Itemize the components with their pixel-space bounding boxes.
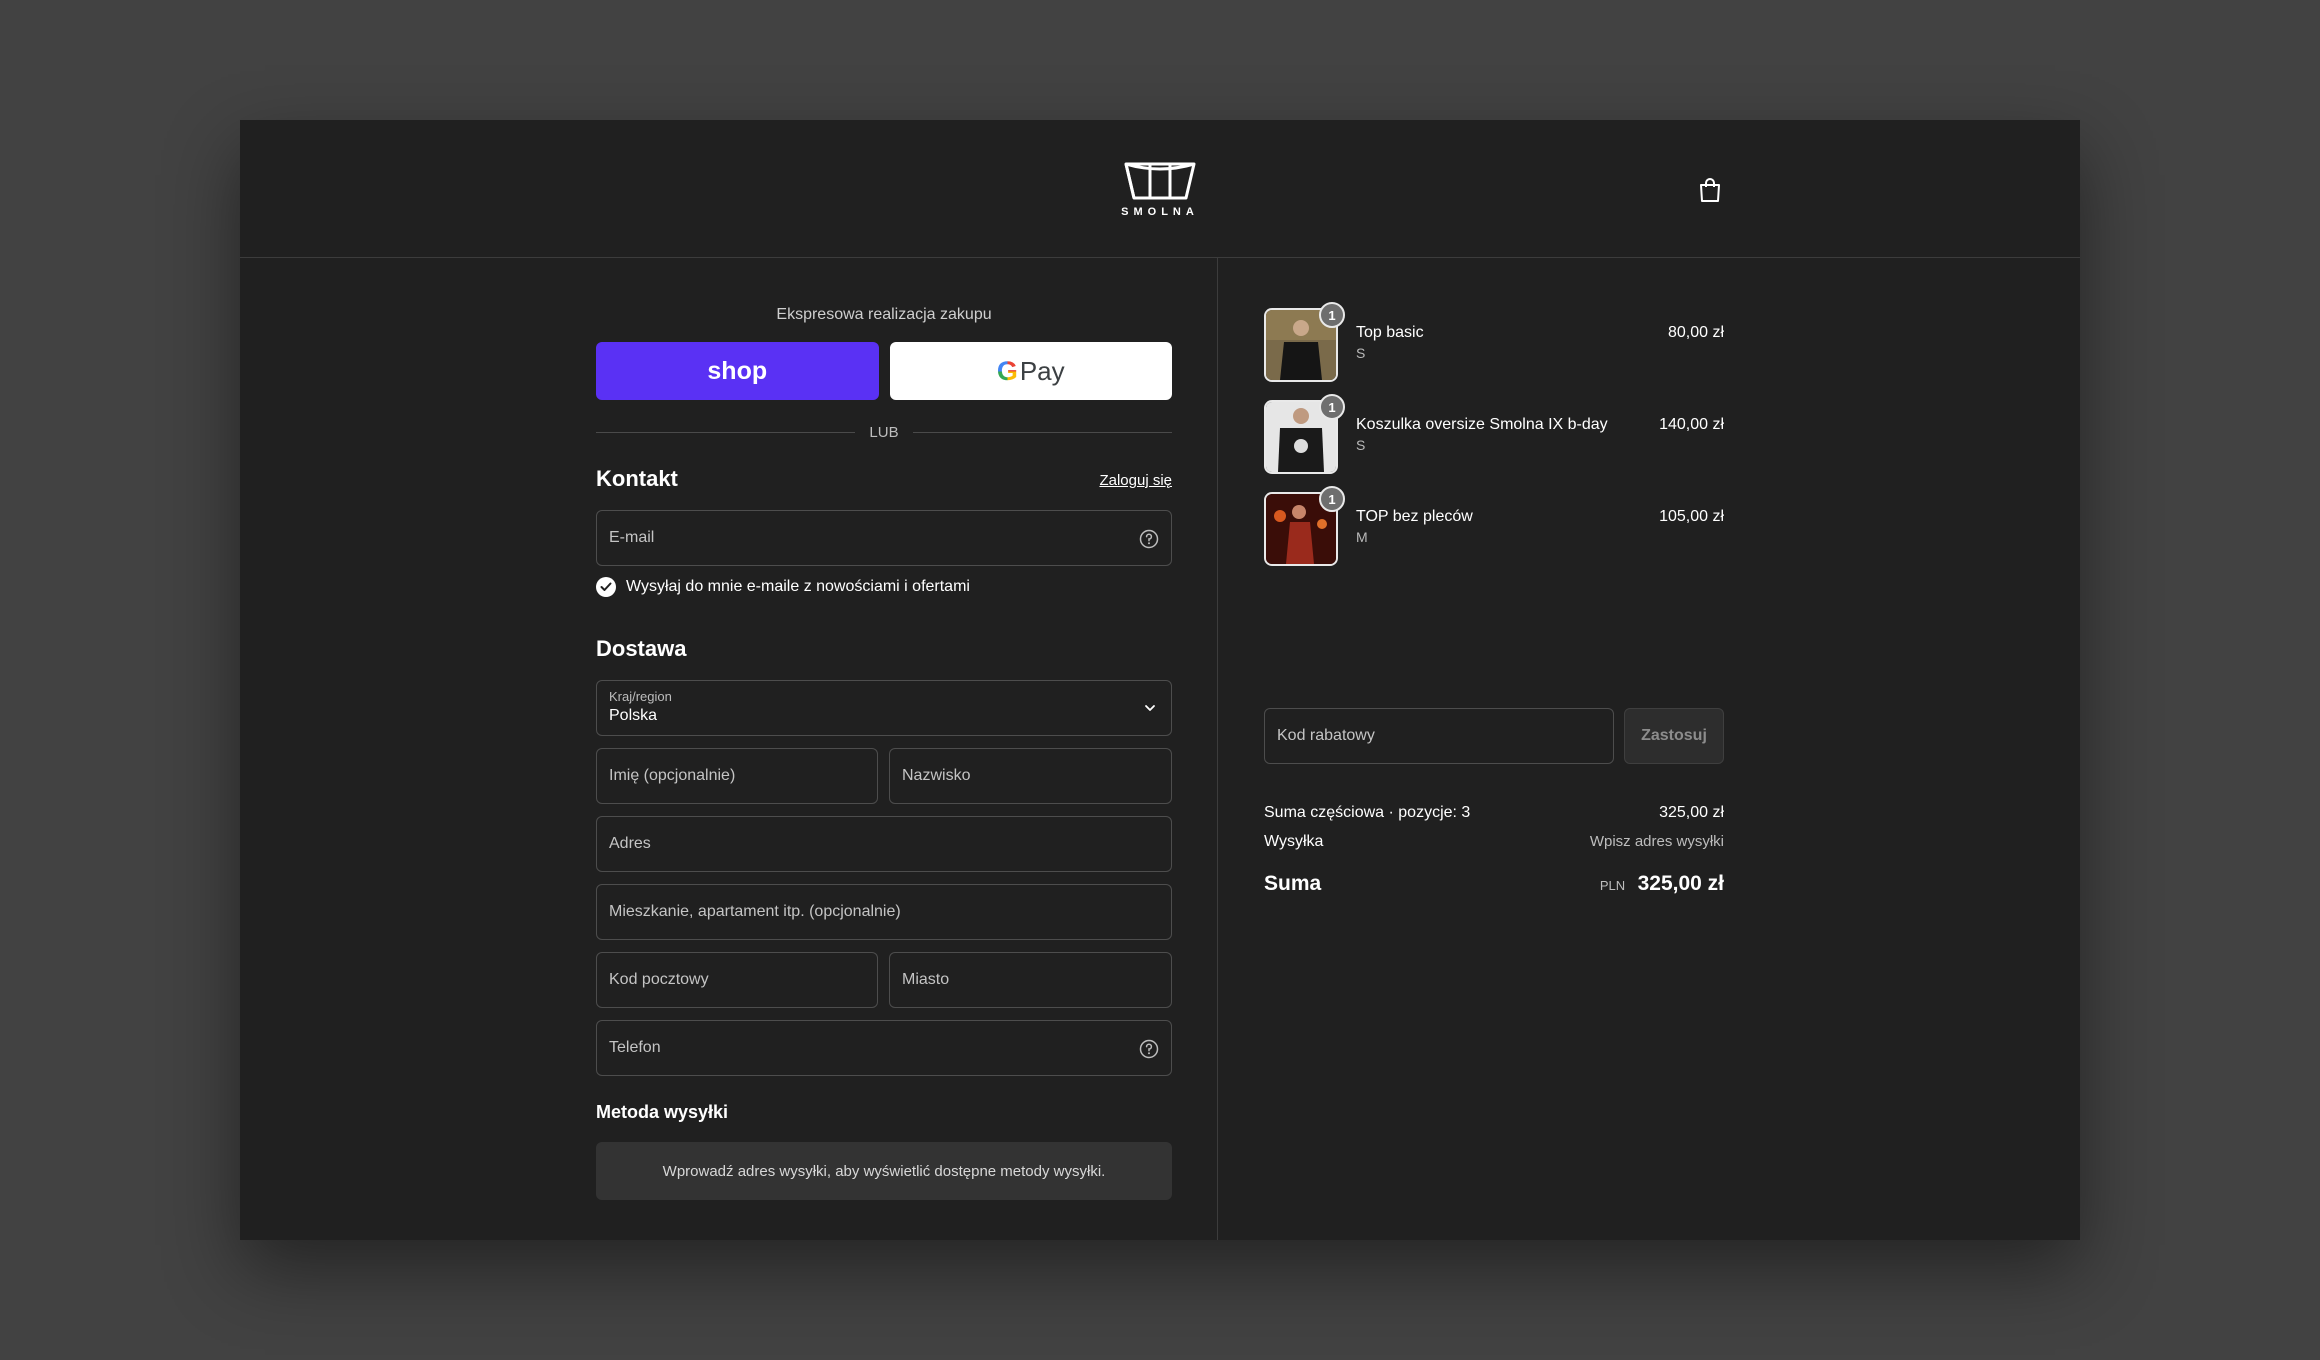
first-name-input[interactable] (597, 749, 877, 803)
item-variant: S (1356, 437, 1366, 453)
help-circle-icon[interactable] (1139, 529, 1159, 549)
shop-pay-label: shop (707, 356, 768, 385)
first-name-field[interactable] (596, 748, 878, 804)
apply-discount-button[interactable]: Zastosuj (1624, 708, 1724, 764)
item-variant: S (1356, 345, 1366, 361)
cart-item: 1 TOP bez pleców M 105,00 zł (1264, 486, 1724, 566)
quantity-badge: 1 (1319, 486, 1345, 512)
delivery-heading: Dostawa (596, 636, 687, 661)
newsletter-row: Wysyłaj do mnie e-maile z nowościami i o… (596, 577, 970, 597)
login-link[interactable]: Zaloguj się (1099, 472, 1172, 489)
quantity-badge: 1 (1319, 302, 1345, 328)
total-label: Suma (1264, 872, 1322, 895)
item-name: Top basic (1356, 324, 1424, 341)
subtotal-row: Suma częściowa · pozycje: 3 325,00 zł (1264, 804, 1724, 822)
country-select[interactable]: Kraj/region Polska (596, 680, 1172, 736)
address-field[interactable] (596, 816, 1172, 872)
item-price: 80,00 zł (1667, 324, 1724, 341)
shop-pay-button[interactable]: shop (596, 342, 879, 400)
item-price: 140,00 zł (1659, 416, 1724, 433)
shipping-method-heading: Metoda wysyłki (596, 1102, 729, 1122)
contact-heading: Kontakt (596, 466, 678, 491)
or-divider: LUB (596, 422, 1172, 442)
google-g-icon: G (996, 355, 1018, 386)
total-currency: PLN (1599, 878, 1626, 893)
column-divider (1217, 258, 1218, 1240)
discount-code-input[interactable] (1265, 709, 1613, 763)
chevron-down-icon (1145, 705, 1155, 711)
phone-input[interactable] (597, 1021, 1171, 1075)
quantity-badge: 1 (1319, 394, 1345, 420)
item-variant: M (1356, 529, 1368, 545)
shipping-value: Wpisz adres wysyłki (1589, 833, 1724, 850)
help-circle-icon[interactable] (1139, 1039, 1159, 1059)
shipping-label: Wysyłka (1264, 833, 1324, 850)
email-field[interactable] (596, 510, 1172, 566)
last-name-field[interactable] (889, 748, 1172, 804)
address-input[interactable] (597, 817, 1171, 871)
total-value: 325,00 zł (1637, 872, 1724, 895)
shipping-notice-text: Wprowadź adres wysyłki, aby wyświetlić d… (662, 1162, 1106, 1180)
item-price: 105,00 zł (1659, 508, 1724, 525)
checkout-window: SMOLNA Ekspresowa realizacja zakupu shop… (240, 120, 2080, 1240)
express-checkout-title: Ekspresowa realizacja zakupu (776, 306, 992, 323)
checkout-form: Ekspresowa realizacja zakupu shop G Pay … (596, 120, 1172, 1240)
cart-item: 1 Koszulka oversize Smolna IX b-day S 14… (1264, 394, 1724, 474)
or-line-left (596, 431, 856, 433)
apartment-input[interactable] (597, 885, 1171, 939)
postal-code-input[interactable] (597, 953, 877, 1007)
country-label: Kraj/region (609, 689, 672, 704)
city-field[interactable] (889, 952, 1172, 1008)
last-name-input[interactable] (890, 749, 1171, 803)
phone-field[interactable] (596, 1020, 1172, 1076)
item-name: TOP bez pleców (1356, 508, 1473, 525)
cart-item: 1 Top basic S 80,00 zł (1264, 302, 1724, 382)
total-row: Suma PLN 325,00 zł (1264, 872, 1724, 896)
email-input[interactable] (597, 511, 1171, 565)
express-pay-buttons: shop G Pay (596, 342, 1172, 400)
subtotal-value: 325,00 zł (1659, 804, 1724, 821)
or-line-right (912, 431, 1172, 433)
or-label: LUB (869, 423, 899, 441)
apartment-field[interactable] (596, 884, 1172, 940)
newsletter-checkbox[interactable] (596, 577, 616, 597)
checkmark-icon (600, 582, 612, 591)
google-pay-button[interactable]: G Pay (889, 342, 1172, 400)
discount-code-field[interactable] (1264, 708, 1614, 764)
shipping-method-notice: Wprowadź adres wysyłki, aby wyświetlić d… (596, 1142, 1172, 1200)
newsletter-label: Wysyłaj do mnie e-maile z nowościami i o… (626, 578, 970, 595)
item-name: Koszulka oversize Smolna IX b-day (1356, 416, 1608, 433)
shipping-row: Wysyłka Wpisz adres wysyłki (1264, 833, 1724, 851)
country-value: Polska (609, 707, 658, 724)
subtotal-label: Suma częściowa · pozycje: 3 (1264, 804, 1471, 821)
postal-code-field[interactable] (596, 952, 878, 1008)
google-pay-label: Pay (1019, 355, 1065, 386)
city-input[interactable] (890, 953, 1171, 1007)
order-summary: 1 Top basic S 80,00 zł 1 Koszulka oversi… (1264, 120, 1724, 1240)
